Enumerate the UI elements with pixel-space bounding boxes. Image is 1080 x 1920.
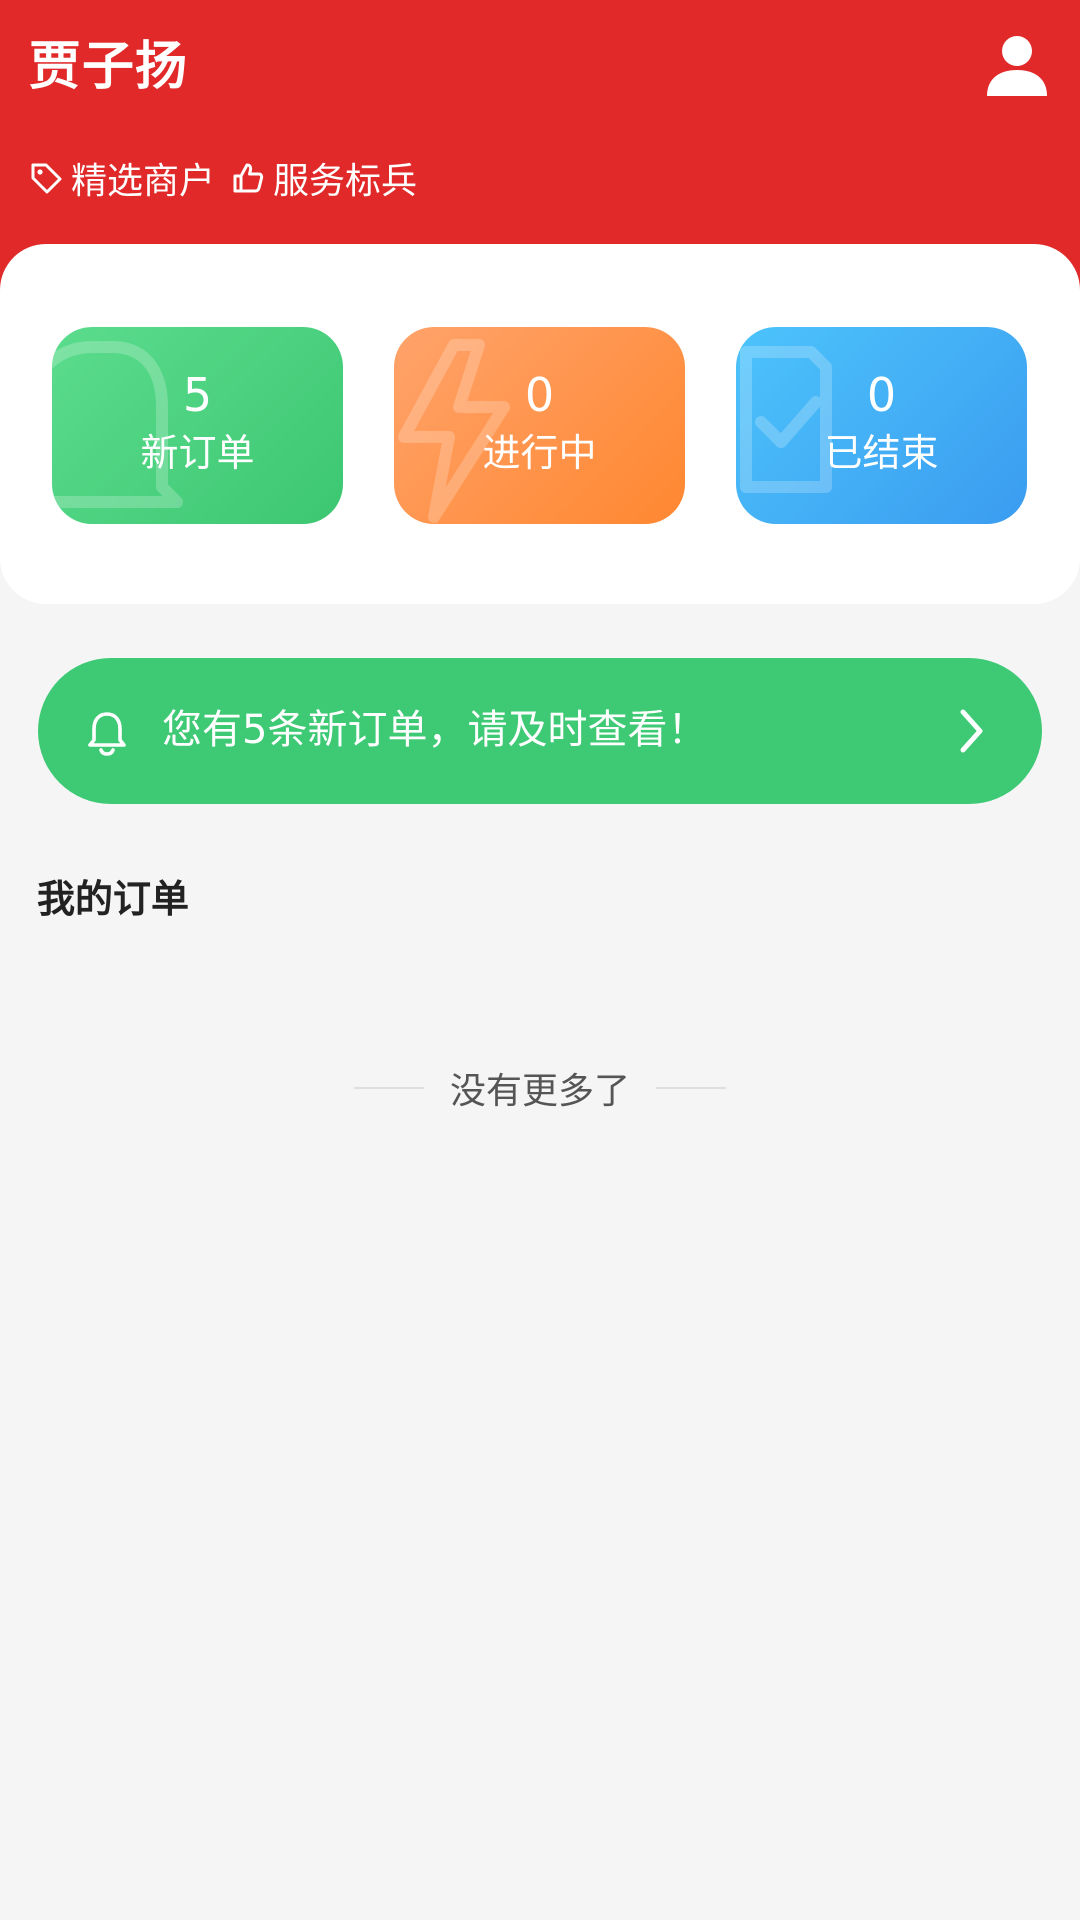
merchant-tags: 精选商户 服务标兵 xyxy=(29,154,433,202)
stat-count: 5 xyxy=(182,368,213,422)
tag-featured-merchant: 精选商户 xyxy=(29,152,215,204)
stat-label: 进行中 xyxy=(482,431,597,475)
my-orders-title: 我的订单 xyxy=(37,877,190,921)
bell-icon xyxy=(52,341,183,508)
stat-new-orders[interactable]: 5 新订单 xyxy=(52,327,343,524)
no-more-indicator: 没有更多了 xyxy=(350,1060,730,1116)
divider-line xyxy=(353,1087,424,1089)
divider-line xyxy=(656,1087,726,1089)
lightning-icon xyxy=(398,339,510,523)
tag-service-star: 服务标兵 xyxy=(231,152,417,204)
notice-text: 您有5条新订单，请及时查看！ xyxy=(162,707,708,753)
checklist-icon xyxy=(740,346,832,493)
no-more-text: 没有更多了 xyxy=(449,1071,630,1112)
tag-label: 服务标兵 xyxy=(273,161,418,202)
order-stats-card: 5 新订单 0 进行中 0 已结束 xyxy=(0,244,1080,604)
stat-finished[interactable]: 0 已结束 xyxy=(736,327,1027,524)
stat-count: 0 xyxy=(524,368,555,422)
merchant-name: 贾子扬 xyxy=(29,37,189,97)
stat-count: 0 xyxy=(866,368,897,422)
thumbs-up-icon xyxy=(233,163,264,193)
profile-button[interactable] xyxy=(982,30,1052,100)
user-icon xyxy=(987,36,1047,96)
bell-icon xyxy=(88,712,126,756)
stat-label: 已结束 xyxy=(824,431,939,475)
new-order-notice[interactable]: 您有5条新订单，请及时查看！ xyxy=(38,658,1042,804)
tag-label: 精选商户 xyxy=(71,161,216,202)
stat-label: 新订单 xyxy=(140,431,255,475)
chevron-right-icon xyxy=(960,709,983,753)
stat-in-progress[interactable]: 0 进行中 xyxy=(394,327,685,524)
tag-icon xyxy=(31,163,62,194)
